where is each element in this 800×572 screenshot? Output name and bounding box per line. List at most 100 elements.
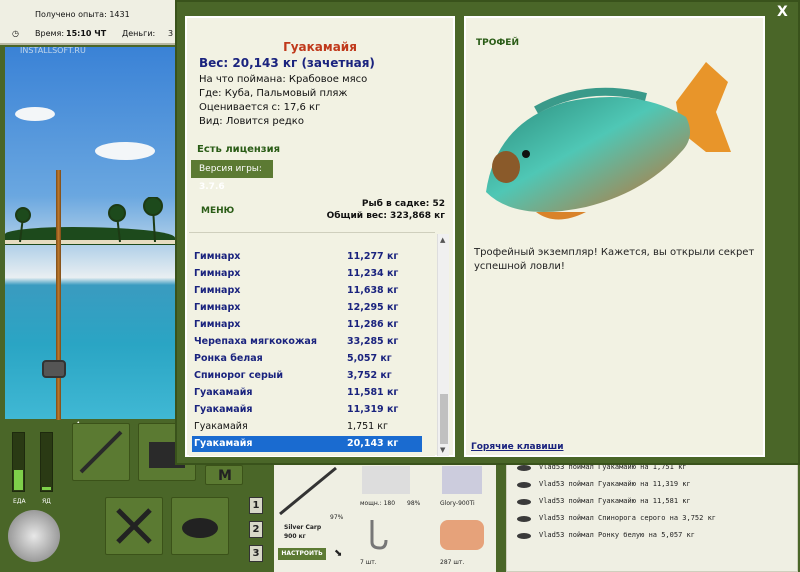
fish-name: Спинорог серый	[194, 370, 284, 381]
slot-2-button[interactable]: 2	[249, 521, 263, 538]
license-status: Есть лицензия	[197, 144, 281, 155]
fish-name: Гимнарх	[194, 268, 241, 279]
version-badge: Версия игры: 3.7.6	[191, 160, 273, 192]
fishing-scene[interactable]	[5, 47, 175, 419]
fish-list-row[interactable]: Ронка белая 5,057 кг	[192, 351, 422, 367]
fish-info-panel: Гуакамайя Вес: 20,143 кг (зачетная) На ч…	[185, 16, 455, 457]
location-text: Где: Куба, Пальмовый пляж	[199, 88, 348, 99]
log-entry: Vlad53 поймал Гуакамайю на 11,581 кг	[539, 497, 691, 505]
hotkeys-link[interactable]: Горячие клавиши	[471, 442, 564, 452]
fish-weight-cell: 11,638 кг	[347, 285, 399, 296]
scroll-thumb[interactable]	[440, 394, 448, 444]
fish-icon	[517, 533, 531, 539]
log-entry: Vlad53 поймал Гуакамайю на 11,319 кг	[539, 480, 691, 488]
fish-weight: Вес: 20,143 кг (зачетная)	[199, 56, 375, 70]
fish-name: Гимнарх	[194, 285, 241, 296]
fish-name: Гуакамайя	[194, 404, 253, 415]
fish-name: Черепаха мягкокожая	[194, 336, 317, 347]
fish-list[interactable]: Гимнарх 11,277 кг Гимнарх 11,234 кг Гимнарх 1…	[189, 232, 435, 456]
status-bar: Получено опыта: 1431 Время: 15:10 ЧТ Ден…	[0, 0, 175, 45]
food-label: ЕДА	[13, 498, 26, 505]
cloud	[95, 142, 155, 160]
kitchen-button[interactable]	[105, 497, 163, 555]
fish-weight-cell: 11,581 кг	[347, 387, 399, 398]
slot-1-button[interactable]: 1	[249, 497, 263, 514]
poison-meter	[40, 432, 53, 492]
fish-icon	[517, 465, 531, 471]
hook-count: 7 шт.	[360, 559, 377, 566]
fish-weight-cell: 11,234 кг	[347, 268, 399, 279]
reel-slot[interactable]	[362, 466, 410, 494]
fish-weight-cell: 3,752 кг	[347, 370, 392, 381]
map-icon: M	[218, 468, 232, 484]
poison-label: ЯД	[42, 498, 51, 505]
close-button[interactable]: X	[777, 4, 788, 20]
fish-name: Гуакамайя	[194, 421, 248, 432]
fish-name: Гуакамайя	[194, 387, 253, 398]
money-label: Деньги:	[122, 29, 156, 38]
rods-button[interactable]	[72, 423, 130, 481]
fish-weight-cell: 20,143 кг	[347, 438, 399, 449]
clock-icon: ◷	[12, 29, 19, 38]
fish-weight-cell: 5,057 кг	[347, 353, 392, 364]
menu-button[interactable]: МЕНЮ	[201, 206, 234, 216]
fish-name: Ронка белая	[194, 353, 263, 364]
log-entry: Vlad53 поймал Спинорога серого на 3,752 …	[539, 514, 717, 522]
scroll-down-icon[interactable]: ▼	[440, 446, 445, 454]
log-entry: Vlad53 поймал Ронку белую на 5,057 кг	[539, 531, 695, 539]
fish-list-row[interactable]: Гимнарх 11,234 кг	[192, 266, 422, 282]
fish-icon	[517, 516, 531, 522]
experience-text: Получено опыта: 1431	[35, 10, 130, 19]
trophy-panel: ТРОФЕЙ Трофейный экземпляр! Кажется, вы …	[464, 16, 765, 457]
caught-on-text: На что поймана: Крабовое мясо	[199, 74, 368, 85]
fish-book-button[interactable]	[171, 497, 229, 555]
time-value: 15:10 ЧТ	[66, 29, 107, 38]
fish-list-row[interactable]: Гимнарх 12,295 кг	[192, 300, 422, 316]
bait-count: 287 шт.	[440, 559, 465, 566]
time-label: Время:	[35, 29, 65, 38]
cauldron-icon[interactable]	[8, 510, 60, 562]
bait-slot[interactable]	[440, 520, 484, 550]
version-label: Версия игры:	[199, 164, 262, 174]
fish-list-row[interactable]: Гуакамайя 20,143 кг	[192, 436, 422, 452]
fork-knife-icon	[116, 508, 152, 544]
fishing-rod[interactable]	[56, 170, 61, 420]
fish-icon	[182, 518, 218, 538]
setup-button[interactable]: НАСТРОИТЬ	[278, 548, 326, 560]
rod-name: Silver Carp	[284, 524, 322, 531]
expand-icon[interactable]: ⬊	[334, 548, 342, 559]
hook-icon	[370, 520, 388, 550]
food-meter	[12, 432, 25, 492]
hook-slot[interactable]	[362, 518, 392, 552]
fish-name: Гимнарх	[194, 319, 241, 330]
fish-icon	[517, 499, 531, 505]
scroll-up-icon[interactable]: ▲	[440, 236, 445, 244]
parrotfish-image	[486, 62, 731, 220]
fish-weight-cell: 12,295 кг	[347, 302, 399, 313]
fish-list-row[interactable]: Гуакамайя 1,751 кг	[192, 419, 422, 435]
fish-list-row[interactable]: Гуакамайя 11,319 кг	[192, 402, 422, 418]
fish-name: Гуакамайя	[194, 438, 253, 449]
fish-weight-cell: 11,319 кг	[347, 404, 399, 415]
catch-log: Vlad53 поймал Гуакамайю на 1,751 кг Vlad5…	[506, 456, 798, 572]
fish-list-row[interactable]: Гимнарх 11,638 кг	[192, 283, 422, 299]
fish-list-row[interactable]: Гуакамайя 11,581 кг	[192, 385, 422, 401]
fish-list-row[interactable]: Гимнарх 11,277 кг	[192, 249, 422, 265]
version-value: 3.7.6	[199, 182, 225, 192]
rods-icon	[79, 430, 123, 474]
line-slot[interactable]	[442, 466, 482, 494]
map-button[interactable]: M	[205, 465, 243, 485]
fish-list-scrollbar[interactable]: ▲ ▼	[437, 234, 449, 456]
fish-list-row[interactable]: Спинорог серый 3,752 кг	[192, 368, 422, 384]
trophy-description: Трофейный экземпляр! Кажется, вы открыли…	[474, 247, 755, 272]
fish-weight-cell: 11,277 кг	[347, 251, 399, 262]
fish-list-row[interactable]: Черепаха мягкокожая 33,285 кг	[192, 334, 422, 350]
fish-weight-cell: 11,286 кг	[347, 319, 399, 330]
fish-list-row[interactable]: Гимнарх 11,286 кг	[192, 317, 422, 333]
palm-trees	[15, 197, 163, 243]
reel-icon	[42, 360, 66, 378]
line-name: Glory-900Ti	[440, 500, 475, 507]
fish-weight-cell: 1,751 кг	[347, 421, 388, 432]
inventory-panel: 97% Silver Carp 900 кг НАСТРОИТЬ ⬊ мощн.…	[274, 462, 496, 572]
slot-3-button[interactable]: 3	[249, 545, 263, 562]
